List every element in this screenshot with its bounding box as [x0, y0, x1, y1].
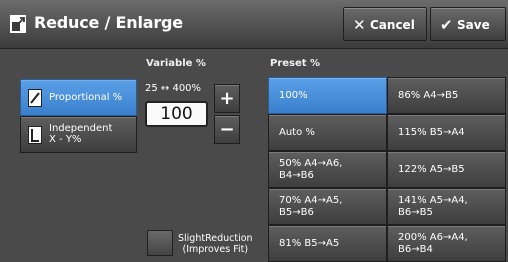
decrease-button[interactable]: − [214, 115, 240, 144]
slight-reduction-checkbox[interactable] [147, 230, 173, 256]
preset-141[interactable]: 141% A5→A4, B6→B5 [387, 188, 506, 225]
preset-200[interactable]: 200% A6→A4, B6→B4 [387, 225, 506, 262]
preset-86[interactable]: 86% A4→B5 [387, 77, 506, 114]
page-title: Reduce / Enlarge [34, 13, 183, 32]
preset-100[interactable]: 100% [268, 77, 387, 114]
slight-reduction-line2: (Improves Fit) [182, 244, 249, 255]
proportional-button[interactable]: Proportional % [20, 79, 137, 116]
preset-label: 200% A6→A4, B6→B4 [398, 231, 468, 255]
independent-xy-icon [28, 126, 42, 144]
increase-button[interactable]: + [214, 84, 240, 113]
preset-label: 50% A4→A6, B4→B6 [279, 157, 343, 181]
title-bar: Reduce / Enlarge ✕ Cancel ✔ Save [0, 0, 508, 49]
preset-label: 115% B5→A4 [398, 126, 465, 138]
reduce-enlarge-icon [10, 15, 26, 33]
checkmark-icon: ✔ [440, 16, 453, 34]
independent-label: Independent X - Y% [49, 123, 112, 145]
independent-label-line1: Independent [49, 123, 113, 134]
preset-section-label: Preset % [270, 58, 321, 69]
preset-81[interactable]: 81% B5→A5 [268, 225, 387, 262]
variable-section-label: Variable % [146, 58, 206, 69]
preset-label: 141% A5→A4, B6→B5 [398, 194, 468, 218]
cancel-button[interactable]: ✕ Cancel [343, 7, 427, 41]
preset-label: 122% A5→B5 [398, 163, 465, 175]
preset-label: 100% [279, 89, 308, 101]
close-icon: ✕ [353, 16, 366, 34]
proportional-icon [28, 89, 42, 107]
range-text: 25 ↔ 400% [145, 83, 202, 94]
preset-50[interactable]: 50% A4→A6, B4→B6 [268, 151, 387, 188]
preset-122[interactable]: 122% A5→B5 [387, 151, 506, 188]
slight-reduction-line1: SlightReduction [178, 233, 253, 244]
cancel-button-label: Cancel [370, 18, 415, 32]
preset-label: 81% B5→A5 [279, 237, 340, 249]
preset-label: 86% A4→B5 [398, 89, 459, 101]
preset-115[interactable]: 115% B5→A4 [387, 114, 506, 151]
variable-percent-input[interactable]: 100 [145, 101, 208, 127]
proportional-label: Proportional % [49, 92, 123, 103]
independent-xy-button[interactable]: Independent X - Y% [20, 116, 137, 153]
preset-auto[interactable]: Auto % [268, 114, 387, 151]
save-button-label: Save [457, 18, 490, 32]
preset-label: Auto % [279, 126, 315, 138]
preset-70[interactable]: 70% A4→A5, B5→B6 [268, 188, 387, 225]
slight-reduction-label: SlightReduction (Improves Fit) [178, 233, 253, 255]
save-button[interactable]: ✔ Save [430, 7, 506, 41]
independent-label-line2: X - Y% [49, 134, 82, 145]
preset-label: 70% A4→A5, B5→B6 [279, 194, 343, 218]
